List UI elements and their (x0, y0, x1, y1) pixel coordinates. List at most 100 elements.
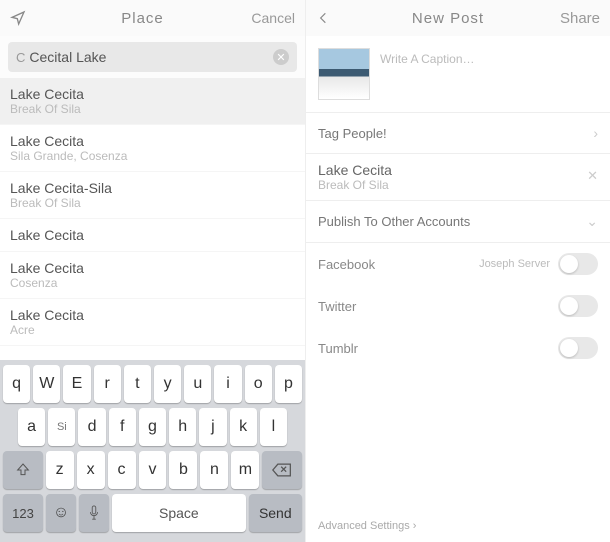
list-item[interactable]: Lake CecitaSila Grande, Cosenza (0, 125, 305, 172)
key-v[interactable]: v (139, 451, 167, 489)
key-m[interactable]: m (231, 451, 259, 489)
key-q[interactable]: q (3, 365, 30, 403)
share-button[interactable]: Share (540, 10, 600, 27)
search-icon: C (16, 50, 25, 65)
emoji-key[interactable]: ☺ (46, 494, 76, 532)
place-title: Lake Cecita-Sila (10, 180, 295, 196)
publish-accounts-header[interactable]: Publish To Other Accounts ⌄ (306, 200, 610, 242)
key-j[interactable]: j (199, 408, 226, 446)
key-a[interactable]: a (18, 408, 45, 446)
list-item[interactable]: Lake Cecita (0, 219, 305, 252)
place-subtitle: Sila Grande, Cosenza (10, 149, 295, 163)
keyboard-row-4: 123 ☺ Space Send (3, 494, 302, 532)
right-nav-title: New Post (356, 10, 540, 27)
list-item[interactable]: Lake CecitaCosenza (0, 252, 305, 299)
toggle-tumblr[interactable] (558, 337, 598, 359)
place-subtitle: Cosenza (10, 276, 295, 290)
remove-location-button[interactable]: ✕ (587, 168, 598, 184)
search-input[interactable]: C Cecital Lake ✕ (8, 42, 297, 72)
search-container: C Cecital Lake ✕ (0, 36, 305, 78)
account-label: Tumblr (318, 341, 358, 356)
toggle-twitter[interactable] (558, 295, 598, 317)
mic-icon (88, 505, 100, 521)
key-e[interactable]: E (63, 365, 90, 403)
backspace-icon (272, 463, 292, 477)
key-w[interactable]: W (33, 365, 60, 403)
list-item[interactable]: Lake CecitaAcre (0, 299, 305, 346)
chevron-down-icon: ⌄ (586, 213, 598, 230)
toggle-facebook[interactable] (558, 253, 598, 275)
key-y[interactable]: y (154, 365, 181, 403)
accounts-list: Facebook Joseph Server Twitter Tumblr (306, 242, 610, 369)
key-b[interactable]: b (169, 451, 197, 489)
place-title: Lake Cecita (10, 133, 295, 149)
account-label: Facebook (318, 257, 375, 272)
keyboard-row-3-letters: zxcvbnm (46, 451, 260, 489)
tag-people-row[interactable]: Tag People! › (306, 112, 610, 153)
keyboard-row-1: qWErtyuiop (3, 365, 302, 403)
search-results-list: Lake CecitaBreak Of SilaLake CecitaSila … (0, 78, 305, 360)
cancel-button[interactable]: Cancel (235, 10, 295, 26)
place-title: Lake Cecita (10, 227, 295, 243)
key-o[interactable]: o (245, 365, 272, 403)
key-t[interactable]: t (124, 365, 151, 403)
location-row[interactable]: Lake Cecita Break Of Sila ✕ (306, 153, 610, 200)
left-nav-title: Place (50, 10, 235, 27)
location-title: Lake Cecita (318, 162, 598, 178)
left-navbar: Place Cancel (0, 0, 305, 36)
account-label: Twitter (318, 299, 356, 314)
publish-header-label: Publish To Other Accounts (318, 214, 470, 229)
key-d[interactable]: d (78, 408, 105, 446)
locate-button[interactable] (10, 10, 50, 26)
account-row-facebook: Facebook Joseph Server (306, 243, 610, 285)
key-k[interactable]: k (230, 408, 257, 446)
advanced-settings-label: Advanced Settings (318, 520, 410, 532)
send-key[interactable]: Send (249, 494, 302, 532)
shift-icon (15, 462, 31, 478)
key-g[interactable]: g (139, 408, 166, 446)
advanced-settings-link[interactable]: Advanced Settings › (306, 510, 610, 542)
key-h[interactable]: h (169, 408, 196, 446)
place-search-panel: Place Cancel C Cecital Lake ✕ Lake Cecit… (0, 0, 305, 542)
account-username: Joseph Server (479, 258, 550, 270)
key-u[interactable]: u (184, 365, 211, 403)
account-row-twitter: Twitter (306, 285, 610, 327)
right-navbar: New Post Share (306, 0, 610, 36)
key-l[interactable]: l (260, 408, 287, 446)
place-title: Lake Cecita (10, 307, 295, 323)
key-n[interactable]: n (200, 451, 228, 489)
clear-icon[interactable]: ✕ (273, 49, 289, 65)
keyboard: qWErtyuiop aSidfghjkl zxcvbnm 123 ☺ Spac… (0, 360, 305, 542)
account-row-tumblr: Tumblr (306, 327, 610, 369)
key-f[interactable]: f (109, 408, 136, 446)
numbers-key[interactable]: 123 (3, 494, 43, 532)
post-thumbnail[interactable] (318, 48, 370, 100)
list-item[interactable]: Lake CecitaBreak Of Sila (0, 78, 305, 125)
place-subtitle: Break Of Sila (10, 102, 295, 116)
keyboard-row-3: zxcvbnm (3, 451, 302, 489)
new-post-panel: New Post Share Write A Caption… Tag Peop… (305, 0, 610, 542)
back-button[interactable] (316, 11, 356, 25)
key-x[interactable]: x (77, 451, 105, 489)
backspace-key[interactable] (262, 451, 302, 489)
key-z[interactable]: z (46, 451, 74, 489)
place-title: Lake Cecita (10, 260, 295, 276)
chevron-right-icon: › (413, 520, 417, 532)
key-c[interactable]: c (108, 451, 136, 489)
caption-input[interactable]: Write A Caption… (380, 48, 475, 66)
tag-people-label: Tag People! (318, 126, 387, 141)
key-si[interactable]: Si (48, 408, 75, 446)
place-title: Lake Cecita (10, 86, 295, 102)
keyboard-row-2: aSidfghjkl (3, 408, 302, 446)
shift-key[interactable] (3, 451, 43, 489)
caption-area: Write A Caption… (306, 36, 610, 112)
list-item[interactable]: Lake Cecita-SilaBreak Of Sila (0, 172, 305, 219)
location-arrow-icon (10, 10, 26, 26)
key-p[interactable]: p (275, 365, 302, 403)
chevron-right-icon: › (593, 125, 598, 141)
space-key[interactable]: Space (112, 494, 245, 532)
search-text: Cecital Lake (29, 49, 273, 65)
mic-key[interactable] (79, 494, 109, 532)
key-i[interactable]: i (214, 365, 241, 403)
key-r[interactable]: r (94, 365, 121, 403)
